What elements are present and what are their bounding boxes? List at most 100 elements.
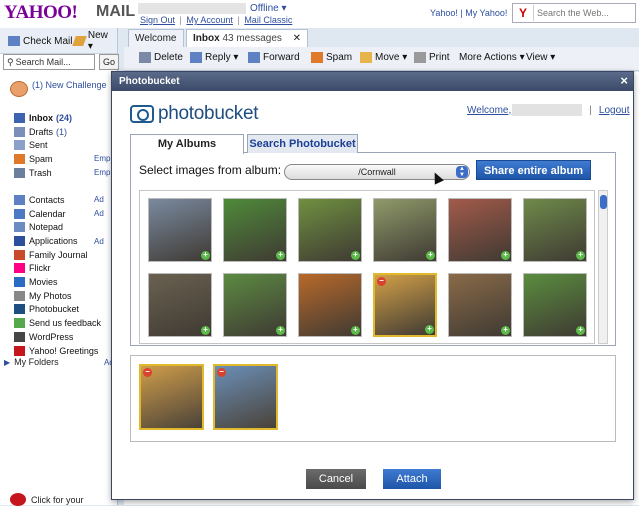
sidebar-item-label: Sent [29, 140, 48, 151]
sidebar-item-label: Movies [29, 277, 58, 288]
photo-thumbnail[interactable]: + [448, 198, 512, 262]
sidebar-item-yahoo-greetings[interactable]: Yahoo! Greetings [14, 344, 118, 358]
photo-thumbnail[interactable]: + [373, 198, 437, 262]
sidebar-item-contacts[interactable]: Contacts Ad [14, 193, 118, 207]
add-icon[interactable]: + [426, 251, 435, 260]
spam-button[interactable]: Spam [311, 52, 352, 63]
close-icon[interactable]: × [620, 73, 628, 88]
check-mail-button[interactable]: Check Mail [4, 32, 76, 50]
sidebar-item-movies[interactable]: Movies [14, 275, 118, 289]
logout-link[interactable]: Logout [599, 105, 630, 116]
my-account-link[interactable]: My Account [186, 15, 233, 25]
folder-side-link[interactable]: Ad [94, 237, 104, 246]
yahoo-links[interactable]: Yahoo! | My Yahoo! [430, 8, 507, 18]
view-button[interactable]: View ▾ [526, 52, 555, 63]
photo-thumbnail[interactable]: + [148, 198, 212, 262]
add-icon[interactable]: + [501, 251, 510, 260]
sidebar-item-photobucket[interactable]: Photobucket [14, 303, 118, 317]
dropdown-arrows-icon: ▲ ▼ [456, 166, 468, 178]
sidebar-item-family-journal[interactable]: Family Journal [14, 248, 118, 262]
tab-welcome[interactable]: Welcome [128, 29, 184, 47]
sidebar: Check Mail New ▾ ⚲ Search Mail... Go (1)… [0, 28, 119, 506]
add-icon[interactable]: + [351, 326, 360, 335]
folder-side-link[interactable]: Emp [94, 154, 110, 163]
add-icon[interactable]: + [576, 326, 585, 335]
photo-thumbnail[interactable]: + [523, 273, 587, 337]
add-icon[interactable]: + [201, 326, 210, 335]
yahoo-logo[interactable]: YAHOO! [4, 2, 78, 24]
remove-icon[interactable]: − [143, 368, 152, 377]
add-icon[interactable]: + [276, 251, 285, 260]
photo-thumbnail[interactable]: + [223, 198, 287, 262]
sidebar-item-spam[interactable]: Spam Emp [14, 152, 118, 166]
sidebar-item-sent[interactable]: Sent [14, 138, 118, 152]
go-button[interactable]: Go [99, 54, 119, 70]
folder-side-link[interactable]: Ad [94, 209, 104, 218]
delete-button[interactable]: Delete [139, 52, 183, 63]
scroll-thumb[interactable] [600, 195, 607, 209]
sidebar-item-trash[interactable]: Trash Emp [14, 166, 118, 180]
promo-link[interactable]: Click for your [10, 493, 84, 506]
sidebar-item-drafts[interactable]: Drafts (1) [14, 125, 118, 139]
cancel-button[interactable]: Cancel [306, 469, 366, 489]
add-icon[interactable]: + [351, 251, 360, 260]
username-redacted [138, 3, 246, 14]
sidebar-item-applications[interactable]: Applications Ad [14, 234, 118, 248]
folder-list: Inbox (24) Drafts (1) Sent Spam Emp Trash Emp Con… [14, 111, 118, 357]
tab-inbox[interactable]: Inbox 43 messages ✕ [186, 29, 308, 47]
contacts-icon [14, 194, 25, 205]
add-icon[interactable]: + [425, 325, 434, 334]
reply-button[interactable]: Reply ▾ [190, 52, 238, 63]
folder-side-link[interactable]: Emp [94, 168, 110, 177]
forward-button[interactable]: Forward [248, 52, 300, 63]
mail-classic-link[interactable]: Mail Classic [244, 15, 292, 25]
share-entire-album-button[interactable]: Share entire album [476, 160, 591, 180]
sidebar-item-flickr[interactable]: Flickr [14, 262, 118, 276]
selected-photo-thumbnail[interactable]: − [139, 364, 204, 430]
add-icon[interactable]: + [201, 251, 210, 260]
photo-thumbnail[interactable]: + [523, 198, 587, 262]
sidebar-item-notepad[interactable]: Notepad [14, 221, 118, 235]
photo-thumbnail[interactable]: + [223, 273, 287, 337]
challenge-link[interactable]: (1) New Challenge [10, 80, 118, 104]
new-button[interactable]: New ▾ [70, 30, 117, 52]
challenge-icon [10, 81, 28, 97]
remove-icon[interactable]: − [377, 277, 386, 286]
my-folders[interactable]: ▶ My Folders Ad [4, 357, 118, 367]
grid-scrollbar[interactable] [598, 190, 608, 344]
photo-thumbnail[interactable]: + [448, 273, 512, 337]
print-button[interactable]: Print [414, 52, 450, 63]
sidebar-item-send-us-feedback[interactable]: Send us feedback [14, 316, 118, 330]
close-tab-icon[interactable]: ✕ [293, 33, 301, 44]
sidebar-item-my-photos[interactable]: My Photos [14, 289, 118, 303]
search-mail-input[interactable]: ⚲ Search Mail... [3, 54, 95, 70]
sign-out-link[interactable]: Sign Out [140, 15, 175, 25]
sidebar-item-wordpress[interactable]: WordPress [14, 330, 118, 344]
selected-photo-thumbnail[interactable]: − [213, 364, 278, 430]
photo-thumbnail[interactable]: + [148, 273, 212, 337]
folder-side-link[interactable]: Ad [94, 195, 104, 204]
sidebar-item-calendar[interactable]: Calendar Ad [14, 207, 118, 221]
web-search-input[interactable] [533, 5, 633, 21]
inbox-icon [14, 112, 25, 123]
forward-icon [248, 52, 260, 63]
tab-my-albums[interactable]: My Albums [130, 134, 244, 154]
move-button[interactable]: Move ▾ [360, 52, 407, 63]
mail-tabs: Welcome Inbox 43 messages ✕ [124, 28, 639, 47]
photo-thumbnail[interactable]: + [298, 198, 362, 262]
remove-icon[interactable]: − [217, 368, 226, 377]
add-icon[interactable]: + [276, 326, 285, 335]
sidebar-item-inbox[interactable]: Inbox (24) [14, 111, 118, 125]
add-icon[interactable]: + [501, 326, 510, 335]
attach-button[interactable]: Attach [383, 469, 441, 489]
mail-toolbar: Delete Reply ▾ Forward Spam Move ▾ Print… [124, 47, 639, 71]
status-offline[interactable]: Offline ▾ [250, 3, 287, 14]
more-actions-button[interactable]: More Actions ▾ [459, 52, 525, 63]
photo-thumbnail[interactable]: − + [373, 273, 437, 337]
add-icon[interactable]: + [576, 251, 585, 260]
tab-search-photobucket[interactable]: Search Photobucket [247, 134, 358, 153]
photo-thumbnail[interactable]: + [298, 273, 362, 337]
welcome-link[interactable]: Welcome, [467, 105, 511, 116]
sidebar-item-label: Family Journal [29, 249, 88, 260]
sent-icon [14, 140, 25, 151]
